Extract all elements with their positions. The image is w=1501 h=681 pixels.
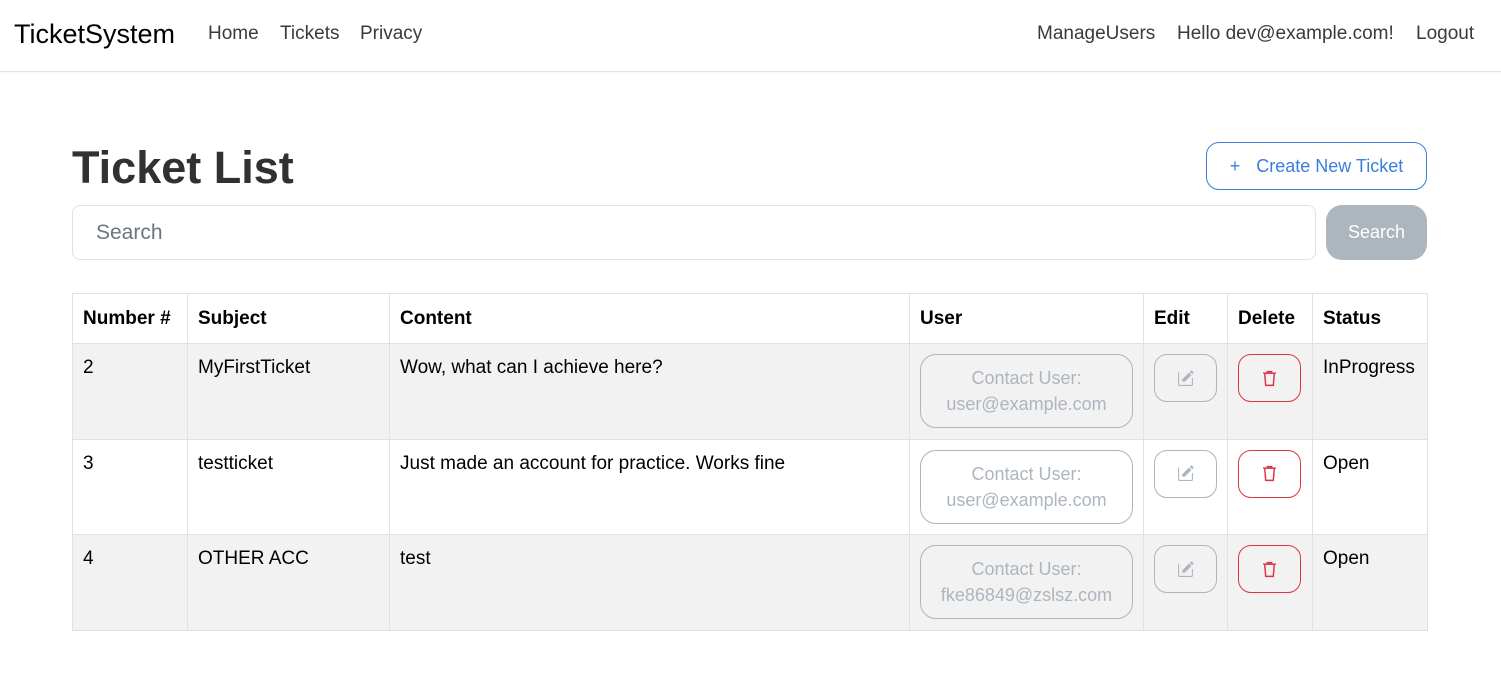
trash-icon: [1262, 561, 1277, 578]
contact-user-label: Contact User:: [971, 463, 1082, 484]
table-row: 2 MyFirstTicket Wow, what can I achieve …: [72, 343, 1428, 440]
ticket-number: 4: [72, 534, 188, 631]
edit-ticket-button[interactable]: [1154, 354, 1217, 402]
contact-user-button[interactable]: Contact User: user@example.com: [920, 449, 1133, 524]
nav-tickets-link[interactable]: Tickets: [280, 22, 339, 46]
search-input[interactable]: [72, 205, 1316, 260]
column-header-delete: Delete: [1227, 293, 1313, 344]
ticket-subject: MyFirstTicket: [187, 343, 390, 440]
plus-icon: +: [1229, 155, 1241, 176]
table-row: 4 OTHER ACC test Contact User: fke86849@…: [72, 534, 1428, 631]
trash-icon: [1262, 370, 1277, 387]
ticket-status: Open: [1312, 534, 1428, 631]
delete-ticket-button[interactable]: [1238, 354, 1301, 402]
ticket-status: InProgress: [1312, 343, 1428, 440]
ticket-number: 2: [72, 343, 188, 440]
user-greeting-link[interactable]: Hello dev@example.com!: [1177, 22, 1394, 46]
table-header-row: Number # Subject Content User Edit Delet…: [72, 293, 1428, 344]
nav-privacy-link[interactable]: Privacy: [360, 22, 422, 46]
pencil-square-icon: [1177, 369, 1194, 387]
ticket-content: test: [389, 534, 910, 631]
contact-user-button[interactable]: Contact User: fke86849@zslsz.com: [920, 545, 1133, 619]
column-header-status: Status: [1312, 293, 1428, 344]
ticket-subject: OTHER ACC: [187, 534, 390, 631]
ticket-number: 3: [72, 438, 188, 535]
column-header-edit: Edit: [1143, 293, 1228, 344]
search-button[interactable]: Search: [1326, 205, 1427, 260]
top-navbar: TicketSystem Home Tickets Privacy Manage…: [0, 0, 1501, 72]
pencil-square-icon: [1177, 465, 1194, 482]
pencil-square-icon: [1177, 560, 1194, 578]
contact-user-label: Contact User:: [971, 559, 1082, 579]
edit-ticket-button[interactable]: [1154, 545, 1217, 593]
brand-link[interactable]: TicketSystem: [14, 17, 175, 51]
logout-link[interactable]: Logout: [1416, 22, 1474, 46]
page-title: Ticket List: [72, 142, 294, 193]
contact-user-email: fke86849@zslsz.com: [940, 585, 1113, 605]
column-header-number: Number #: [72, 293, 188, 344]
column-header-content: Content: [389, 293, 910, 344]
nav-home-link[interactable]: Home: [208, 22, 259, 46]
manage-users-link[interactable]: ManageUsers: [1037, 22, 1155, 46]
ticket-content: Just made an account for practice. Works…: [389, 438, 910, 535]
contact-user-email: user@example.com: [946, 489, 1107, 510]
create-new-ticket-label: Create New Ticket: [1256, 155, 1404, 176]
contact-user-label: Contact User:: [971, 368, 1082, 388]
column-header-subject: Subject: [187, 293, 390, 344]
delete-ticket-button[interactable]: [1238, 545, 1301, 593]
ticket-table: Number # Subject Content User Edit Delet…: [72, 293, 1428, 631]
delete-ticket-button[interactable]: [1238, 449, 1301, 498]
table-row: 3 testticket Just made an account for pr…: [72, 438, 1428, 535]
ticket-content: Wow, what can I achieve here?: [389, 343, 910, 440]
contact-user-button[interactable]: Contact User: user@example.com: [920, 354, 1133, 428]
contact-user-email: user@example.com: [946, 394, 1107, 414]
ticket-status: Open: [1312, 438, 1428, 535]
column-header-user: User: [909, 293, 1144, 344]
edit-ticket-button[interactable]: [1154, 449, 1217, 498]
create-new-ticket-button[interactable]: + Create New Ticket: [1206, 142, 1427, 190]
trash-icon: [1262, 465, 1277, 482]
ticket-subject: testticket: [187, 438, 390, 535]
